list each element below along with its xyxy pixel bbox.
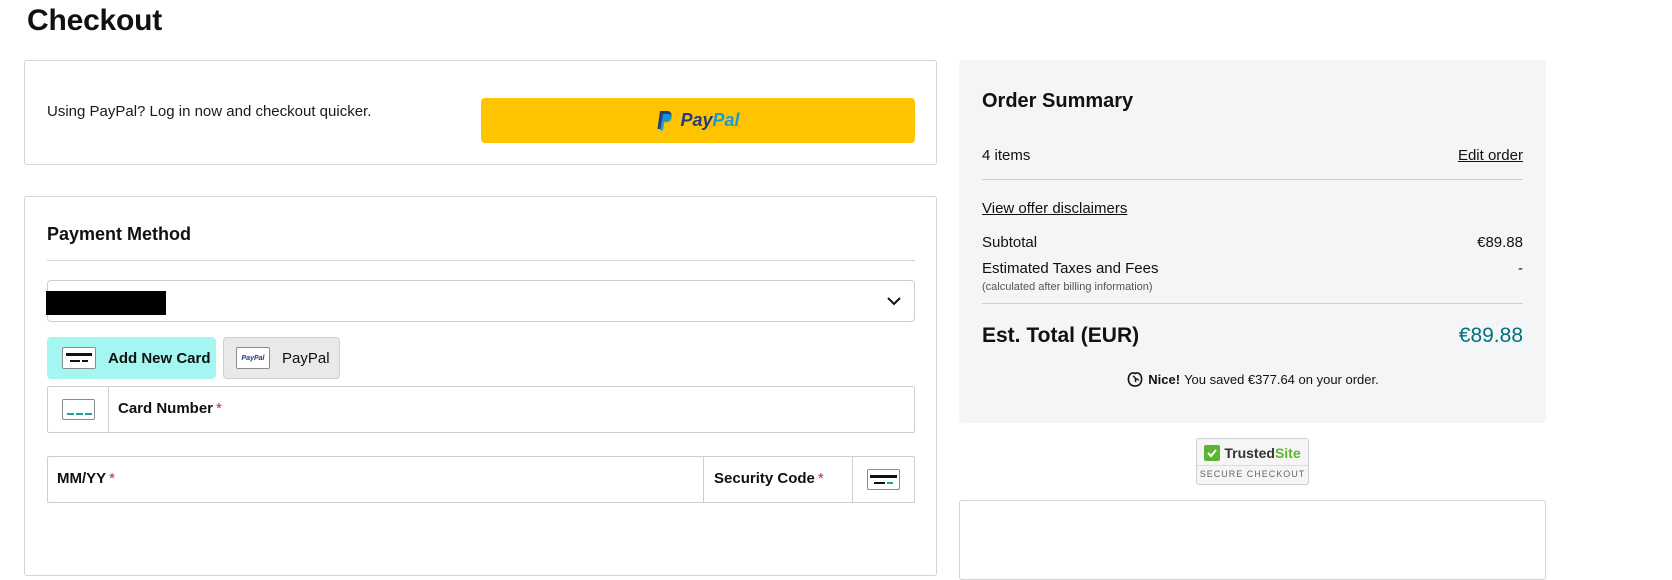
payment-method-title: Payment Method bbox=[47, 224, 192, 244]
savings-nice: Nice! bbox=[1148, 371, 1181, 387]
divider bbox=[982, 179, 1523, 180]
paypal-express-panel: Using PayPal? Log in now and checkout qu… bbox=[24, 60, 937, 165]
taxes-note: (calculated after billing information) bbox=[982, 281, 1153, 293]
paypal-prompt: Using PayPal? Log in now and checkout qu… bbox=[47, 103, 372, 120]
savings-text: You saved €377.64 on your order. bbox=[1184, 371, 1379, 387]
card-number-label-text: Card Number bbox=[118, 400, 214, 417]
divider bbox=[47, 260, 915, 261]
paypal-wordmark-pal: Pal bbox=[712, 110, 740, 130]
add-new-card-button[interactable]: Add New Card bbox=[47, 337, 216, 379]
expiry-security-row: MM/YY * Security Code * bbox=[47, 456, 915, 503]
paypal-method-label: PayPal bbox=[282, 349, 330, 367]
taxes-label: Estimated Taxes and Fees bbox=[982, 260, 1159, 277]
payment-method-panel: Payment Method Add New Card PayPal PayPa… bbox=[24, 196, 937, 576]
order-summary: Order Summary 4 items Edit order View of… bbox=[959, 60, 1546, 423]
total-label: Est. Total (EUR) bbox=[982, 324, 1140, 347]
trustedsite-site: Site bbox=[1274, 445, 1301, 461]
paypal-wordmark-pay: Pay bbox=[680, 110, 713, 130]
required-mark: * bbox=[817, 470, 824, 487]
required-mark: * bbox=[216, 400, 222, 417]
paypal-checkout-button[interactable]: PayPal bbox=[481, 98, 915, 143]
offer-disclaimers-link[interactable]: View offer disclaimers bbox=[982, 200, 1127, 217]
page-title: Checkout bbox=[27, 4, 163, 37]
card-number-field[interactable]: Card Number * bbox=[47, 386, 915, 433]
savings-message: Nice! You saved €377.64 on your order. bbox=[959, 370, 1546, 388]
subtotal-label: Subtotal bbox=[982, 234, 1038, 251]
expiry-label: MM/YY bbox=[57, 470, 107, 487]
security-code-field[interactable]: Security Code * bbox=[703, 457, 853, 502]
security-code-label: Security Code * bbox=[714, 470, 824, 487]
security-code-label-text: Security Code bbox=[714, 470, 815, 487]
security-code-icon-cell bbox=[852, 457, 914, 502]
trustedsite-trusted: Trusted bbox=[1224, 445, 1275, 461]
trustedsite-badge[interactable]: TrustedSite SECURE CHECKOUT bbox=[1196, 438, 1309, 485]
paypal-method-button[interactable]: PayPal PayPal bbox=[223, 337, 340, 379]
card-number-icon-cell bbox=[48, 387, 109, 432]
items-count: 4 items bbox=[982, 147, 1031, 164]
brand-logo-icon bbox=[1127, 372, 1143, 387]
total-value: €89.88 bbox=[1458, 324, 1523, 347]
trustedsite-subtitle: SECURE CHECKOUT bbox=[1197, 465, 1308, 479]
expiry-field[interactable]: MM/YY * bbox=[57, 470, 115, 487]
paypal-wordmark: PayPal bbox=[680, 110, 739, 131]
order-summary-title: Order Summary bbox=[982, 90, 1134, 112]
trustedsite-heading: TrustedSite bbox=[1197, 445, 1308, 461]
card-back-icon bbox=[867, 469, 900, 490]
paypal-icon: PayPal bbox=[236, 347, 270, 369]
redacted-payment-value bbox=[46, 291, 166, 315]
card-number-label: Card Number * bbox=[118, 400, 222, 417]
edit-order-link[interactable]: Edit order bbox=[1458, 147, 1523, 164]
chevron-down-icon bbox=[887, 297, 901, 306]
taxes-value: - bbox=[1518, 260, 1523, 277]
checkmark-icon bbox=[1204, 445, 1221, 461]
subtotal-value: €89.88 bbox=[1477, 234, 1523, 251]
paypal-logo-icon bbox=[657, 110, 673, 130]
credit-card-icon bbox=[62, 347, 96, 369]
additional-panel bbox=[959, 500, 1546, 580]
saved-payment-select[interactable] bbox=[46, 280, 915, 322]
add-new-card-label: Add New Card bbox=[108, 349, 211, 367]
divider bbox=[982, 303, 1523, 304]
required-mark: * bbox=[109, 470, 116, 487]
card-number-icon bbox=[62, 399, 95, 420]
